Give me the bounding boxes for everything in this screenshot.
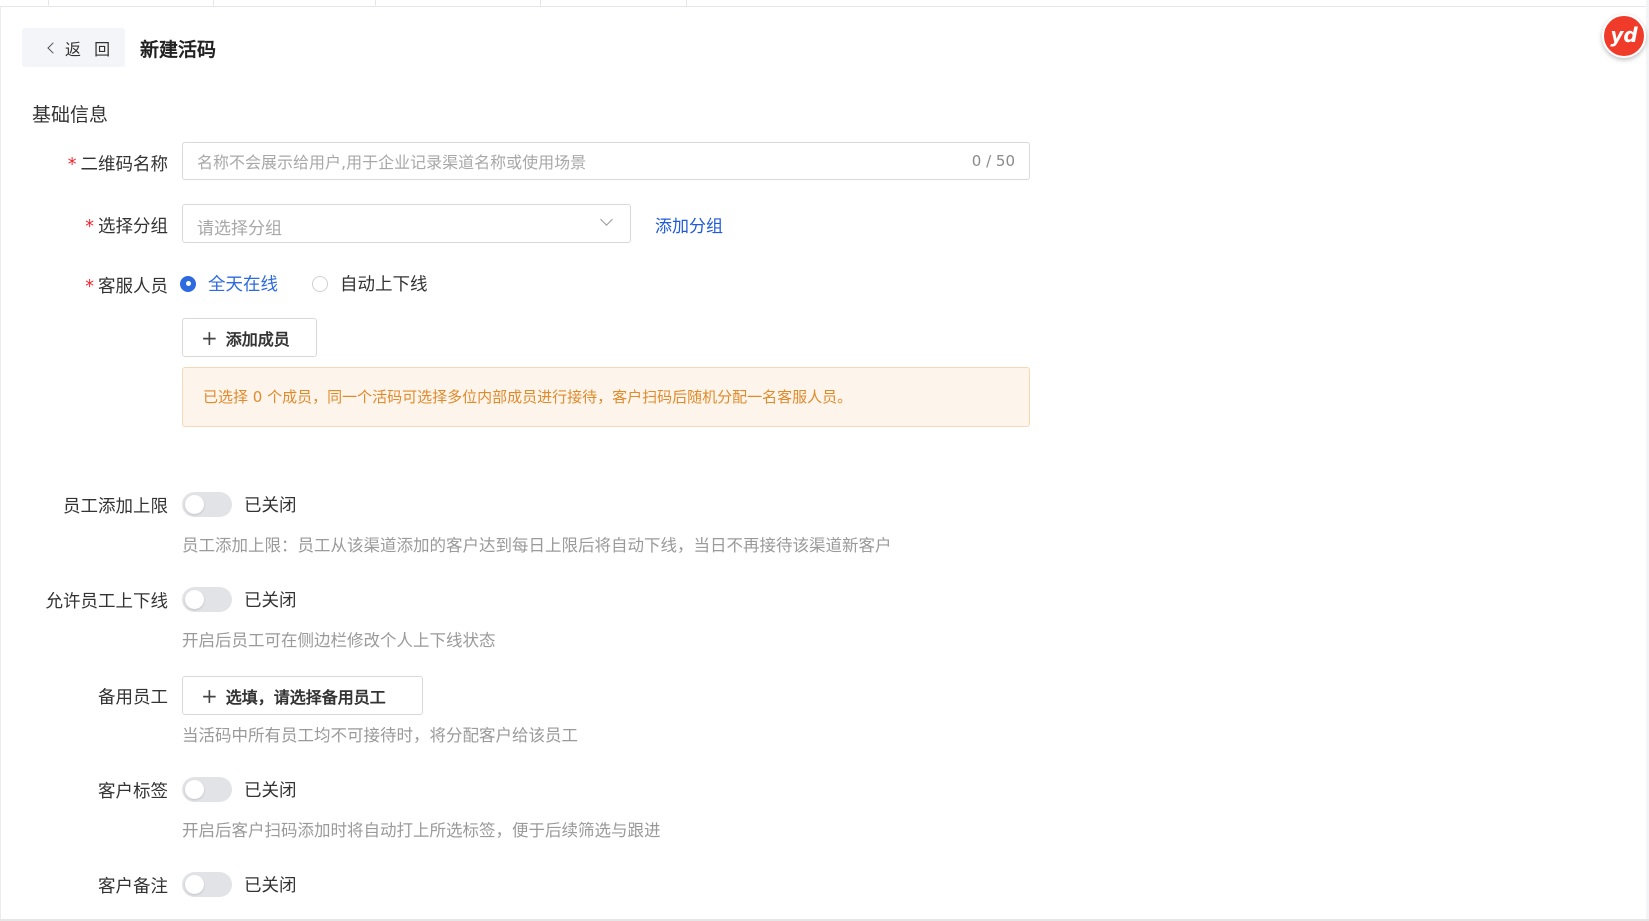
service-staff-label: * 客服人员 <box>8 273 168 298</box>
toggle-state: 已关闭 <box>244 781 297 801</box>
customer-tag-label: 客户标签 <box>98 782 168 802</box>
required-mark: * <box>85 217 94 237</box>
qr-name-input[interactable] <box>183 143 899 181</box>
allow-online-label: 允许员工上下线 <box>45 592 169 612</box>
radio-auto-online[interactable]: 自动上下线 <box>312 271 428 296</box>
page-title: 新建活码 <box>140 39 217 61</box>
group-label-text: 选择分组 <box>98 217 168 237</box>
staff-limit-label: 员工添加上限 <box>63 497 168 517</box>
backup-staff-button-label: 选填，请选择备用员工 <box>225 687 386 707</box>
customer-remark-toggle[interactable] <box>182 872 232 897</box>
allow-online-switch-row: 已关闭 <box>182 587 297 612</box>
tab-segment[interactable] <box>48 0 214 6</box>
toggle-state: 已关闭 <box>244 876 297 896</box>
user-avatar[interactable]: yd <box>1602 14 1646 58</box>
qr-name-field: 0 / 50 <box>182 142 1030 181</box>
backup-staff-label: 备用员工 <box>98 688 168 708</box>
customer-tag-hint: 开启后客户扫码添加时将自动打上所选标签，便于后续筛选与跟进 <box>182 821 661 840</box>
char-counter: 0 / 50 <box>971 152 1015 170</box>
customer-remark-label: 客户备注 <box>98 877 168 897</box>
required-mark: * <box>85 277 94 297</box>
back-button[interactable]: 返 回 <box>22 28 125 67</box>
radio-label: 全天在线 <box>208 275 278 295</box>
service-staff-label-text: 客服人员 <box>98 277 168 297</box>
tab-segment[interactable] <box>540 0 687 6</box>
member-selection-notice: 已选择 0 个成员，同一个活码可选择多位内部成员进行接待，客户扫码后随机分配一名… <box>182 367 1030 427</box>
add-member-button[interactable]: + 添加成员 <box>182 318 317 357</box>
add-group-link[interactable]: 添加分组 <box>655 212 723 237</box>
staff-limit-toggle[interactable] <box>182 492 232 517</box>
top-tab-strip <box>0 0 1649 7</box>
add-member-label: 添加成员 <box>225 329 290 349</box>
radio-all-day-online[interactable]: 全天在线 <box>180 271 278 296</box>
group-label: * 选择分组 <box>8 213 168 238</box>
allow-online-hint: 开启后员工可在侧边栏修改个人上下线状态 <box>182 631 496 650</box>
qr-name-label: * 二维码名称 <box>8 151 168 176</box>
customer-tag-toggle[interactable] <box>182 777 232 802</box>
plus-icon: + <box>201 683 218 708</box>
radio-checked-icon <box>180 275 196 292</box>
staff-limit-hint: 员工添加上限：员工从该渠道添加的客户达到每日上限后将自动下线，当日不再接待该渠道… <box>182 536 892 555</box>
required-mark: * <box>67 155 77 175</box>
allow-online-toggle[interactable] <box>182 587 232 612</box>
customer-tag-switch-row: 已关闭 <box>182 777 297 802</box>
section-title-basic-info: 基础信息 <box>32 104 109 126</box>
qr-name-label-text: 二维码名称 <box>80 155 169 175</box>
back-button-label: 返 回 <box>65 39 115 59</box>
toggle-state: 已关闭 <box>244 496 297 516</box>
tab-segment[interactable] <box>213 0 376 6</box>
backup-staff-hint: 当活码中所有员工均不可接待时，将分配客户给该员工 <box>182 726 578 745</box>
plus-icon: + <box>201 325 218 350</box>
staff-limit-switch-row: 已关闭 <box>182 492 297 517</box>
select-backup-staff-button[interactable]: + 选填，请选择备用员工 <box>182 676 423 715</box>
customer-remark-switch-row: 已关闭 <box>182 872 297 897</box>
page-left-edge <box>0 6 1 921</box>
chevron-left-icon <box>46 43 56 53</box>
radio-unchecked-icon <box>312 275 328 292</box>
toggle-state: 已关闭 <box>244 591 297 611</box>
group-select-placeholder: 请选择分组 <box>197 219 282 239</box>
group-select[interactable]: 请选择分组 <box>182 204 631 243</box>
tab-segment[interactable] <box>0 0 49 6</box>
tab-segment[interactable] <box>375 0 541 6</box>
chevron-down-icon <box>602 217 612 227</box>
radio-label: 自动上下线 <box>340 275 428 295</box>
